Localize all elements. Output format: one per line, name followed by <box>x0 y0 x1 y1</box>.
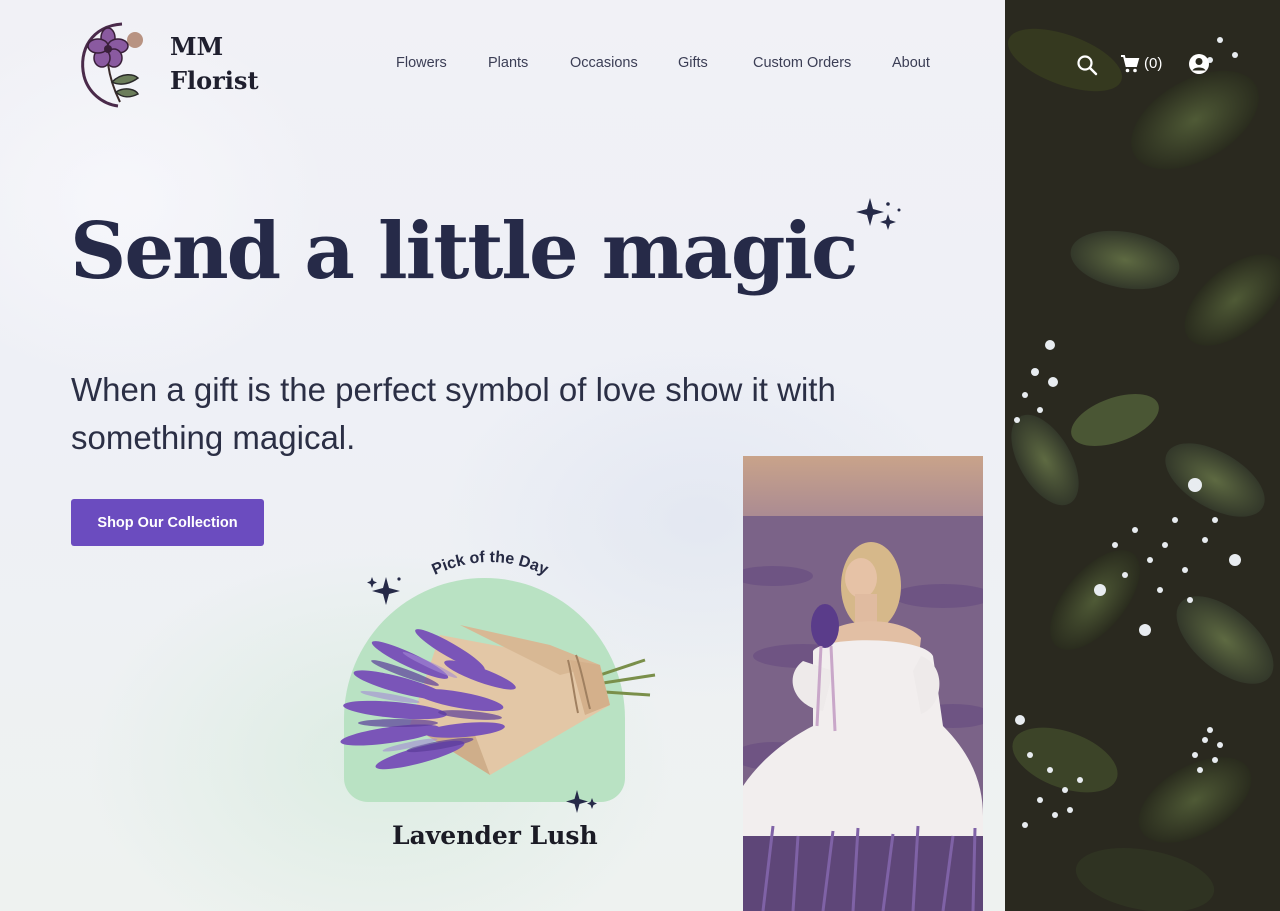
lavender-bouquet-image <box>340 625 656 775</box>
sparkle-icon <box>367 577 401 605</box>
bride-lavender-photo <box>743 456 983 911</box>
sparkle-icon <box>856 198 901 230</box>
pick-badge: Pick of the Day <box>429 549 550 579</box>
nav-item-plants[interactable]: Plants <box>488 55 528 71</box>
leaves-photo <box>1005 0 1280 911</box>
product-name: Lavender Lush <box>392 821 598 850</box>
bride-illustration <box>743 456 983 911</box>
hero-title: Send a little magic <box>70 206 859 297</box>
nav-item-flowers[interactable]: Flowers <box>396 55 447 71</box>
brand-logo[interactable]: MM Florist <box>78 20 259 108</box>
cart-count: (0) <box>1144 55 1163 72</box>
leaves-illustration <box>1005 0 1280 911</box>
hero-subtitle: When a gift is the perfect symbol of lov… <box>71 371 836 456</box>
account-icon[interactable] <box>1188 53 1210 75</box>
pick-of-the-day[interactable]: Pick of the Day Lavender Lush <box>300 545 680 865</box>
brand-name: MM Florist <box>170 30 290 98</box>
nav-item-gifts[interactable]: Gifts <box>678 55 708 71</box>
pick-badge-text: Pick of the Day <box>429 549 550 579</box>
brand-name-line2: Florist <box>170 66 259 95</box>
nav-item-custom-orders[interactable]: Custom Orders <box>753 55 851 71</box>
svg-text:Pick of the Day: Pick of the Day <box>429 549 550 579</box>
nav-item-about[interactable]: About <box>892 55 930 71</box>
sparkle-icon <box>566 790 597 813</box>
shop-collection-button[interactable]: Shop Our Collection <box>71 499 264 546</box>
flower-logo-icon <box>81 22 143 108</box>
brand-name-line1: MM <box>170 32 224 61</box>
cart-icon <box>1121 55 1140 73</box>
search-icon[interactable] <box>1076 54 1098 76</box>
nav-item-occasions[interactable]: Occasions <box>570 55 638 71</box>
